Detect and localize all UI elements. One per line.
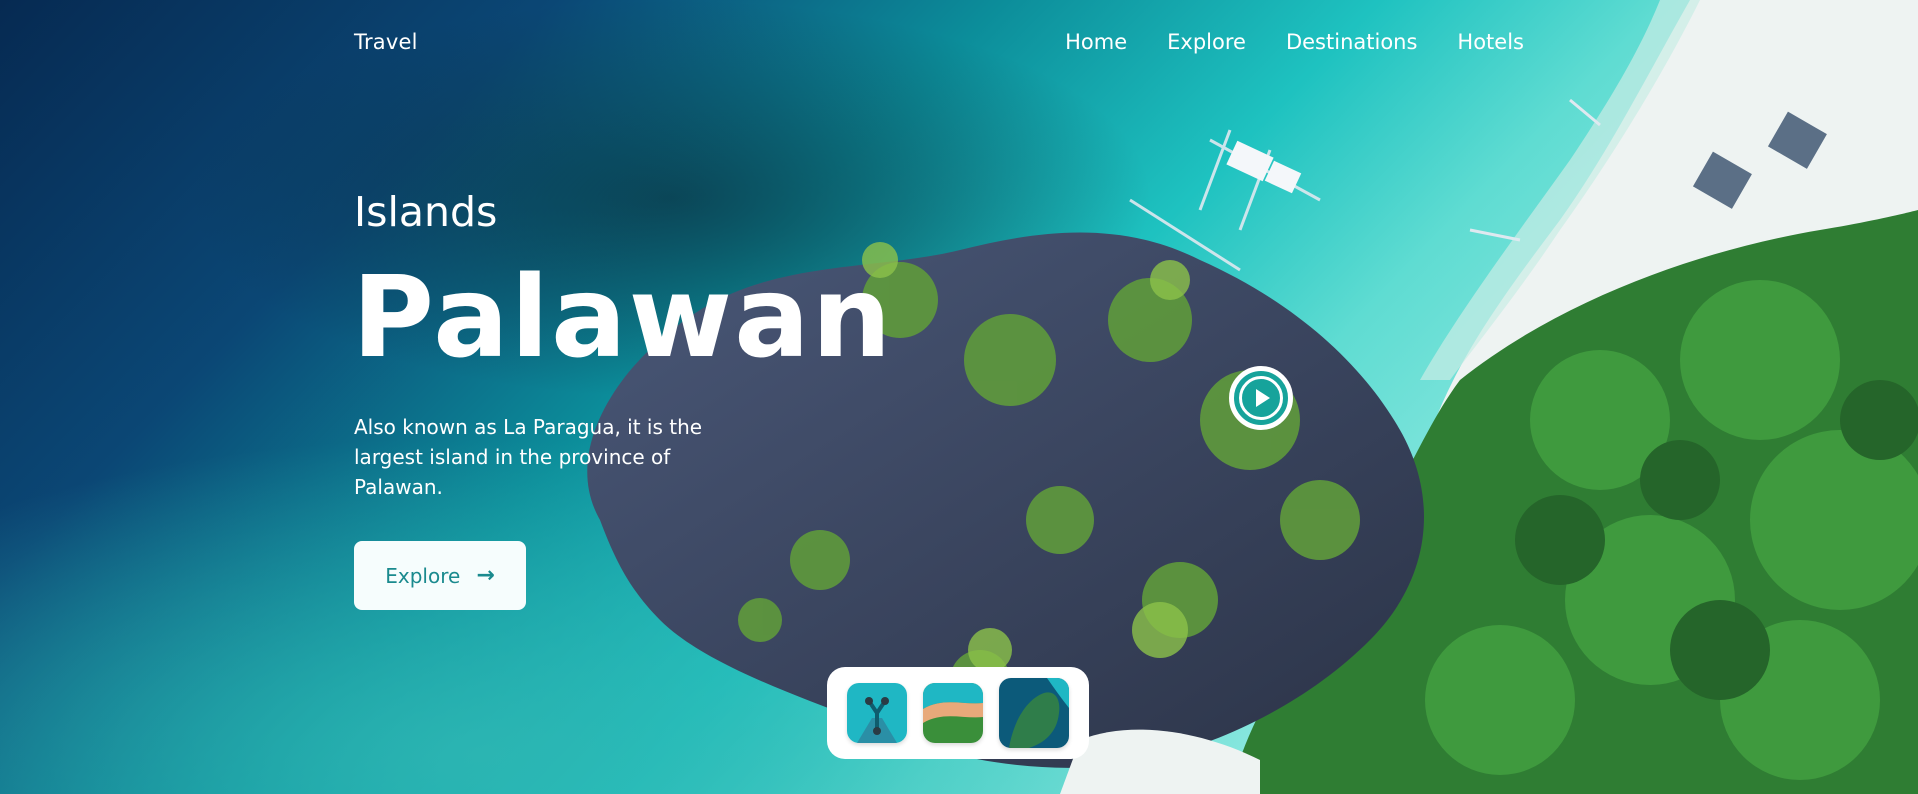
nav-explore[interactable]: Explore: [1167, 30, 1246, 54]
play-video-button[interactable]: [1229, 366, 1293, 430]
thumbnail-2[interactable]: [923, 683, 983, 743]
explore-button-label: Explore: [385, 563, 461, 588]
play-triangle: [1256, 389, 1270, 407]
play-circle-icon: [1239, 376, 1283, 420]
thumbnail-1[interactable]: [847, 683, 907, 743]
hero-title: Palawan: [352, 253, 894, 383]
nav-destinations[interactable]: Destinations: [1286, 30, 1417, 54]
thumbnail-strip: [827, 667, 1089, 759]
brand-logo[interactable]: Travel: [354, 30, 418, 54]
explore-button[interactable]: Explore →: [354, 541, 526, 610]
arrow-right-icon: →: [476, 562, 495, 588]
hero-section: Travel Home Explore Destinations Hotels …: [0, 0, 1918, 794]
thumbnail-3[interactable]: [999, 678, 1069, 748]
hero-description: Also known as La Paragua, it is the larg…: [354, 415, 703, 499]
main-nav: Home Explore Destinations Hotels: [1065, 30, 1524, 54]
hero-eyebrow: Islands: [354, 188, 498, 236]
nav-hotels[interactable]: Hotels: [1457, 30, 1524, 54]
nav-home[interactable]: Home: [1065, 30, 1127, 54]
